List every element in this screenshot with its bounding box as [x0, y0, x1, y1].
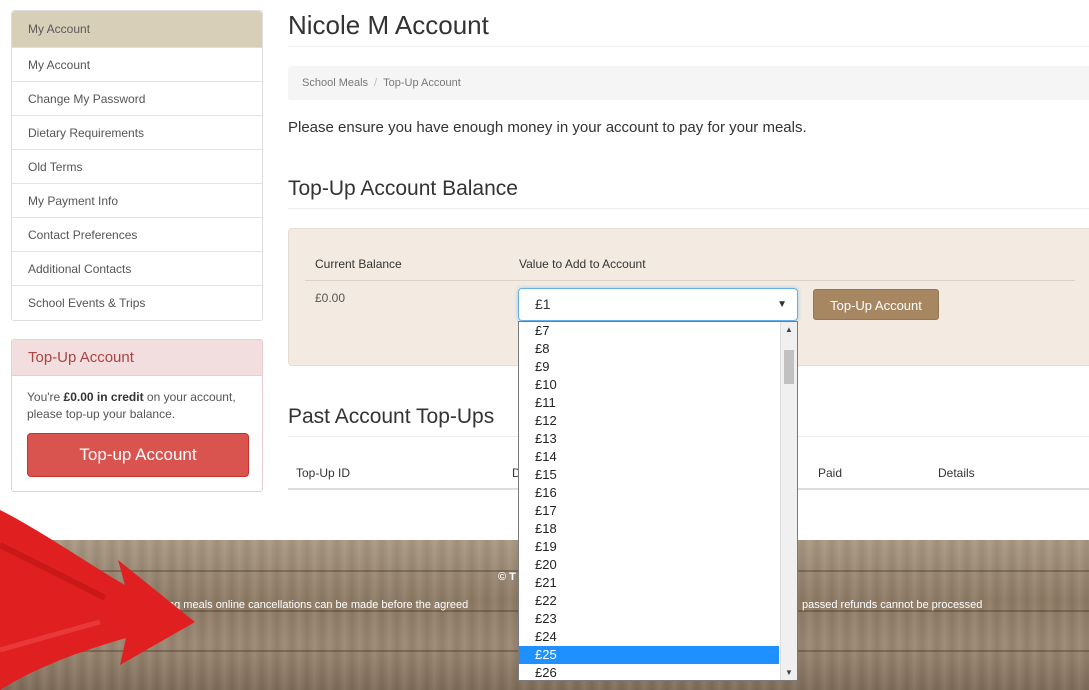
credit-amount: £0.00 in credit	[63, 390, 144, 404]
dropdown-option[interactable]: £14	[519, 448, 779, 466]
section-divider	[288, 208, 1089, 209]
dropdown-option[interactable]: £26	[519, 664, 779, 680]
account-menu: My Account My Account Change My Password…	[11, 10, 263, 321]
dropdown-option[interactable]: £18	[519, 520, 779, 538]
topup-amount-select[interactable]: £1 ▼	[518, 288, 798, 321]
dropdown-option[interactable]: £25	[519, 646, 779, 664]
dropdown-option[interactable]: £12	[519, 412, 779, 430]
column-topup-id: Top-Up ID	[296, 466, 351, 480]
section-title-topup: Top-Up Account Balance	[288, 177, 518, 200]
scroll-down-icon[interactable]: ▼	[785, 668, 793, 677]
breadcrumb-school-meals[interactable]: School Meals	[302, 77, 368, 89]
dropdown-option[interactable]: £23	[519, 610, 779, 628]
dropdown-option[interactable]: £15	[519, 466, 779, 484]
red-arrow-icon	[0, 510, 195, 690]
breadcrumb: School Meals / Top-Up Account	[288, 66, 1089, 100]
sidebar-topup-button[interactable]: Top-up Account	[27, 433, 249, 477]
dropdown-option[interactable]: £13	[519, 430, 779, 448]
sidebar-item-contact-preferences[interactable]: Contact Preferences	[12, 218, 262, 252]
dropdown-option[interactable]: £9	[519, 358, 779, 376]
dropdown-option[interactable]: £7	[519, 322, 779, 340]
sidebar: My Account My Account Change My Password…	[11, 10, 263, 492]
topup-account-button[interactable]: Top-Up Account	[813, 289, 939, 320]
dropdown-option[interactable]: £8	[519, 340, 779, 358]
info-message: Please ensure you have enough money in y…	[288, 119, 807, 136]
footer-copyright: © T	[498, 571, 516, 583]
credit-text-before: You're	[27, 390, 64, 404]
selected-amount: £1	[535, 296, 551, 312]
section-title-past-topups: Past Account Top-Ups	[288, 405, 495, 428]
column-details: Details	[938, 466, 975, 480]
breadcrumb-current: Top-Up Account	[383, 77, 461, 89]
sidebar-item-old-terms[interactable]: Old Terms	[12, 150, 262, 184]
chevron-down-icon: ▼	[777, 299, 787, 310]
current-balance-label: Current Balance	[315, 257, 402, 271]
sidebar-item-payment-info[interactable]: My Payment Info	[12, 184, 262, 218]
sidebar-item-dietary-requirements[interactable]: Dietary Requirements	[12, 116, 262, 150]
dropdown-option[interactable]: £19	[519, 538, 779, 556]
dropdown-option[interactable]: £10	[519, 376, 779, 394]
sidebar-item-my-account[interactable]: My Account	[12, 48, 262, 82]
sidebar-item-events-trips[interactable]: School Events & Trips	[12, 286, 262, 320]
dropdown-option[interactable]: £11	[519, 394, 779, 412]
dropdown-option[interactable]: £21	[519, 574, 779, 592]
topup-panel-title: Top-Up Account	[12, 340, 262, 376]
dropdown-options: £7 £8 £9 £10 £11 £12 £13 £14 £15 £16 £17 £18 £19 £20 £…	[519, 322, 797, 680]
dropdown-option[interactable]: £24	[519, 628, 779, 646]
dropdown-option[interactable]: £22	[519, 592, 779, 610]
sidebar-item-change-password[interactable]: Change My Password	[12, 82, 262, 116]
scrollbar-thumb[interactable]	[784, 350, 794, 384]
dropdown-option[interactable]: £17	[519, 502, 779, 520]
breadcrumb-separator: /	[374, 77, 378, 89]
amount-dropdown-list[interactable]: £7 £8 £9 £10 £11 £12 £13 £14 £15 £16 £17 £18 £19 £20 £…	[518, 321, 798, 681]
scroll-up-icon[interactable]: ▲	[785, 325, 793, 334]
column-paid: Paid	[818, 466, 843, 480]
page-title: Nicole M Account	[288, 10, 489, 40]
dropdown-scrollbar[interactable]: ▲ ▼	[780, 322, 797, 680]
balance-divider	[305, 280, 1075, 281]
title-divider	[288, 46, 1089, 47]
account-menu-header: My Account	[12, 11, 262, 48]
topup-panel-body: You're £0.00 in credit on your account, …	[12, 376, 262, 491]
footer-refund-text: passed refunds cannot be processed	[802, 599, 983, 611]
sidebar-item-additional-contacts[interactable]: Additional Contacts	[12, 252, 262, 286]
dropdown-option[interactable]: £20	[519, 556, 779, 574]
value-to-add-label: Value to Add to Account	[519, 257, 646, 271]
topup-panel: Top-Up Account You're £0.00 in credit on…	[11, 339, 263, 492]
dropdown-option[interactable]: £16	[519, 484, 779, 502]
current-balance-value: £0.00	[315, 291, 346, 305]
